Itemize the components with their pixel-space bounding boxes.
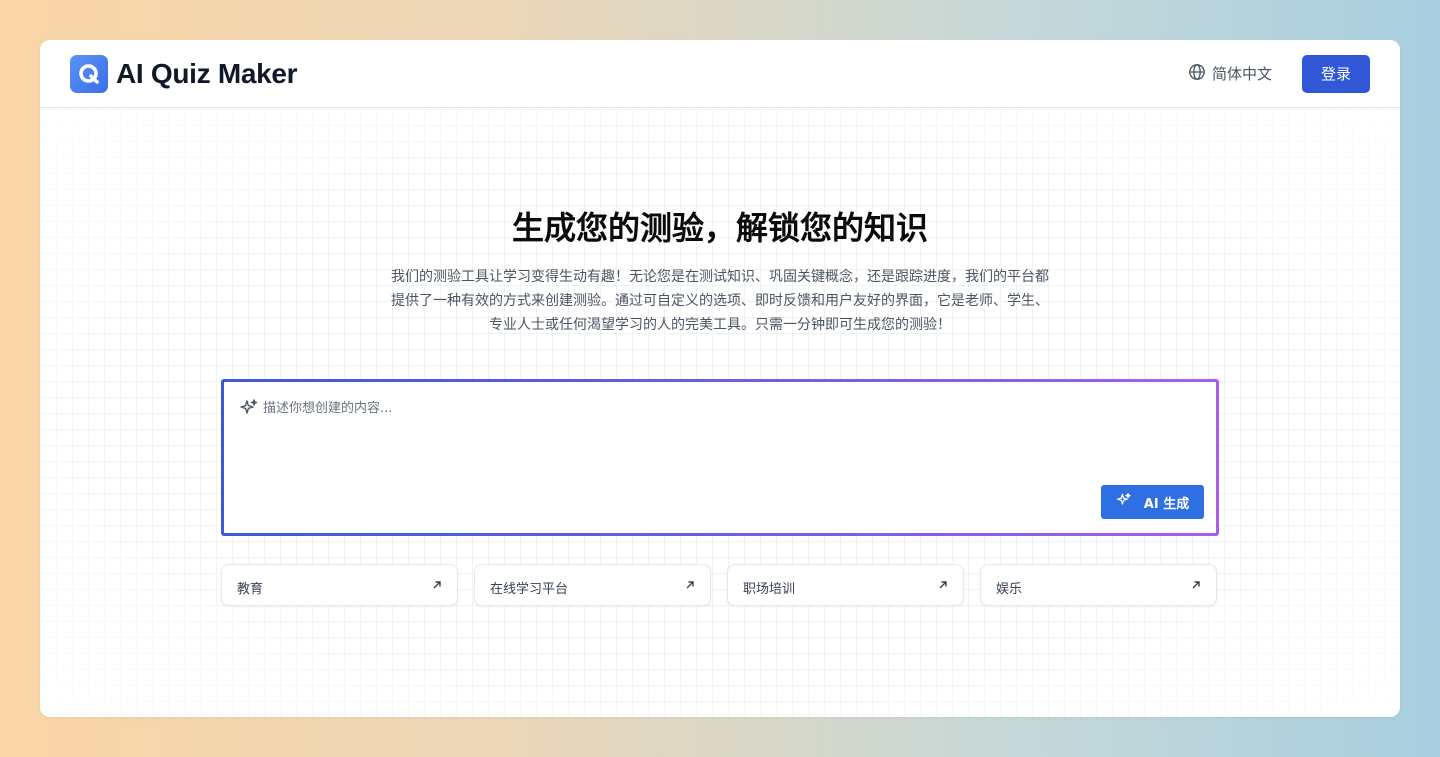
sparkles-icon: [239, 398, 259, 422]
chip-label: 教育: [237, 581, 264, 597]
brand[interactable]: AI Quiz Maker: [70, 54, 298, 93]
page-description: 我们的测验工具让学习变得生动有趣！无论您是在测试知识、巩固关键概念，还是跟踪进度…: [391, 269, 1049, 333]
arrow-up-right-icon: [937, 579, 949, 595]
brand-name: AI Quiz Maker: [116, 57, 298, 89]
page-title: 生成您的测验，解锁您的知识: [511, 209, 928, 247]
arrow-up-right-icon: [684, 579, 696, 595]
sparkles-icon: [1116, 492, 1132, 512]
language-label: 简体中文: [1211, 65, 1272, 83]
globe-icon: [1188, 63, 1206, 85]
ai-generate-label: AI 生成: [1143, 496, 1190, 512]
arrow-up-right-icon: [1190, 579, 1202, 595]
login-button[interactable]: 登录: [1302, 54, 1370, 93]
app-window: AI Quiz Maker 简体中文 登录 生成您的测验，解锁您的知识 我们的测…: [40, 40, 1400, 717]
category-chips: 教育 在线学习平台 职场培训 娱乐: [221, 564, 1219, 606]
main-content: 生成您的测验，解锁您的知识 我们的测验工具让学习变得生动有趣！无论您是在测试知识…: [40, 109, 1400, 717]
category-chip-education[interactable]: 教育: [221, 564, 458, 606]
language-selector[interactable]: 简体中文: [1188, 63, 1272, 85]
category-chip-workplace-training[interactable]: 职场培训: [727, 564, 964, 606]
chip-label: 在线学习平台: [490, 581, 569, 597]
ai-generate-button[interactable]: AI 生成: [1101, 485, 1204, 519]
prompt-input[interactable]: [263, 395, 1163, 421]
category-chip-online-learning[interactable]: 在线学习平台: [474, 564, 711, 606]
quiz-logo-icon: [70, 54, 108, 93]
category-chip-entertainment[interactable]: 娱乐: [980, 564, 1217, 606]
header-actions: 简体中文 登录: [1188, 54, 1370, 93]
chip-label: 职场培训: [743, 581, 796, 597]
arrow-up-right-icon: [431, 579, 443, 595]
chip-label: 娱乐: [996, 581, 1023, 597]
prompt-box: AI 生成: [221, 379, 1219, 536]
top-navbar: AI Quiz Maker 简体中文 登录: [40, 40, 1400, 108]
